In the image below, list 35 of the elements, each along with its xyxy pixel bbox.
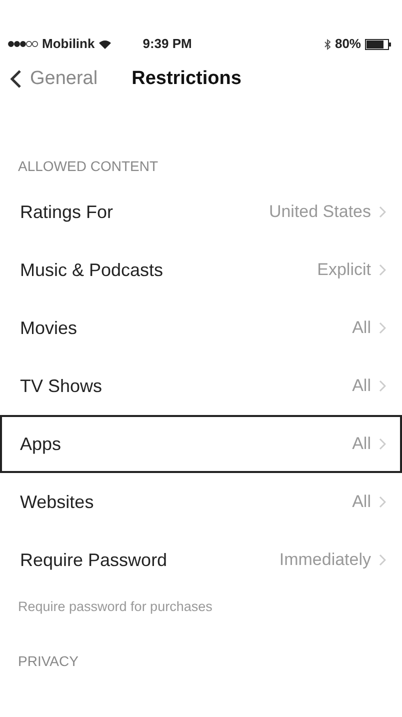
wifi-icon — [98, 40, 111, 48]
signal-icon — [8, 40, 38, 48]
screen-title: Restrictions — [132, 66, 242, 91]
row-label: Movies — [20, 316, 78, 340]
row-value: Explicit — [317, 259, 371, 282]
section-footer: Require password for purchases — [0, 589, 402, 618]
chevron-icon — [379, 496, 386, 508]
bluetooth-icon — [324, 38, 331, 50]
chevron-icon — [379, 322, 386, 334]
status-time: 9:39 PM — [142, 35, 192, 54]
row-label: TV Shows — [20, 374, 102, 398]
row-value: All — [352, 433, 371, 456]
back-button[interactable]: General — [10, 64, 98, 94]
chevron-icon — [379, 264, 386, 276]
settings-row[interactable]: Apps All — [0, 415, 402, 473]
row-value: Immediately — [279, 549, 371, 572]
section-header: ALLOWED CONTENT — [17, 157, 160, 176]
row-label: Ratings For — [20, 200, 114, 224]
row-label: Apps — [20, 432, 62, 456]
chevron-icon — [379, 438, 386, 450]
chevron-icon — [379, 380, 386, 392]
battery-icon — [365, 38, 392, 50]
row-value: All — [352, 491, 371, 514]
row-label: Require Password — [20, 548, 168, 572]
row-value: All — [352, 375, 371, 398]
row-value: All — [352, 317, 371, 340]
row-label: Music & Podcasts — [20, 258, 164, 282]
section-header: PRIVACY — [17, 652, 80, 672]
battery-percent: 80% — [334, 35, 361, 54]
back-chevron-icon — [10, 69, 22, 89]
row-label: Websites — [20, 490, 94, 514]
carrier-name: Mobilink — [42, 35, 95, 54]
chevron-icon — [379, 206, 386, 218]
chevron-icon — [379, 554, 386, 566]
row-value: United States — [268, 201, 371, 224]
